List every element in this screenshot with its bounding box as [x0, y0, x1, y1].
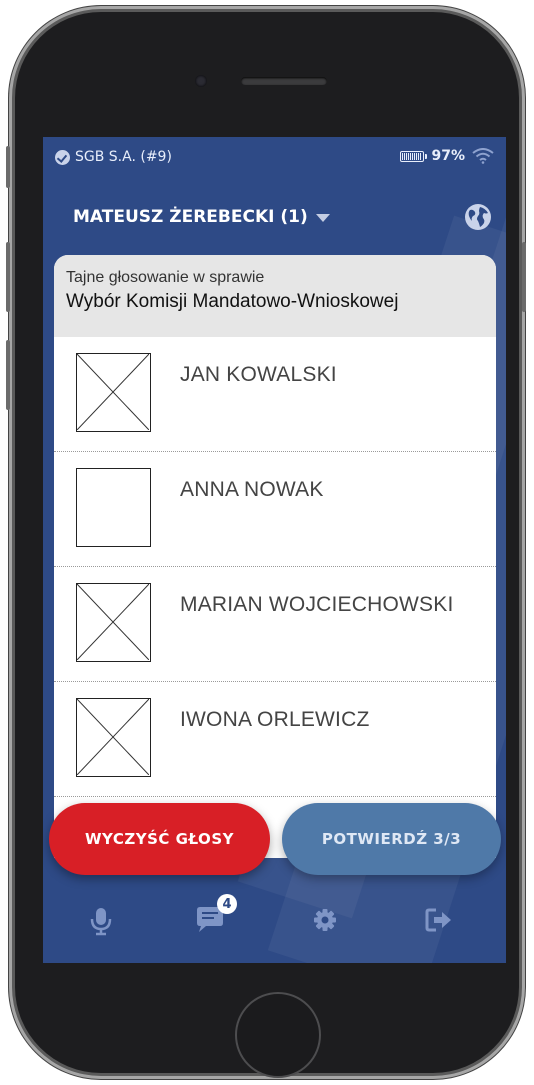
microphone-icon[interactable] — [81, 900, 121, 940]
clear-votes-button[interactable]: WYCZYŚĆ GŁOSY — [49, 803, 270, 875]
tab-bar: 4 — [43, 892, 506, 952]
candidate-row[interactable]: ANNA NOWAK — [54, 452, 496, 567]
candidate-row[interactable]: IWONA ORLEWICZ — [54, 682, 496, 797]
power-button — [522, 242, 526, 312]
candidate-name: MARIAN WOJCIECHOWSKI — [180, 593, 454, 616]
confirm-votes-button[interactable]: POTWIERDŹ 3/3 — [282, 803, 501, 875]
front-camera — [195, 75, 207, 87]
candidate-row[interactable]: JAN KOWALSKI — [54, 337, 496, 452]
user-name-label: MATEUSZ ŻEREBECKI (1) — [73, 207, 308, 227]
carrier-label: SGB S.A. (#9) — [75, 149, 172, 165]
ballot-title: Wybór Komisji Mandatowo-Wnioskowej — [66, 291, 399, 312]
home-button[interactable] — [235, 992, 321, 1078]
app-screen: SGB S.A. (#9) 97% MATEUSZ ŻEREBECKI (1) … — [43, 137, 506, 963]
volume-up-button — [6, 242, 10, 312]
candidate-name: IWONA ORLEWICZ — [180, 708, 370, 731]
globe-icon[interactable] — [464, 203, 492, 231]
logout-icon[interactable] — [419, 900, 459, 940]
battery-level: 97% — [431, 148, 465, 164]
gear-icon[interactable] — [305, 900, 345, 940]
empty-box-icon[interactable] — [76, 468, 151, 547]
checked-box-icon[interactable] — [76, 353, 151, 432]
ballot-card: Tajne głosowanie w sprawie Wybór Komisji… — [54, 255, 496, 858]
ballot-header: Tajne głosowanie w sprawie Wybór Komisji… — [54, 255, 496, 337]
candidate-name: ANNA NOWAK — [180, 478, 324, 501]
user-selector[interactable]: MATEUSZ ŻEREBECKI (1) — [73, 207, 330, 227]
candidate-row[interactable]: MARIAN WOJCIECHOWSKI — [54, 567, 496, 682]
checked-box-icon[interactable] — [76, 698, 151, 777]
battery-icon — [400, 150, 428, 162]
chevron-down-icon — [315, 214, 330, 222]
earpiece-speaker — [241, 77, 327, 85]
check-circle-icon — [55, 149, 70, 165]
tab-chat[interactable]: 4 — [191, 894, 237, 940]
ballot-subtitle: Tajne głosowanie w sprawie — [66, 269, 265, 286]
status-left: SGB S.A. (#9) — [55, 149, 172, 165]
volume-down-button — [6, 340, 10, 410]
mute-switch — [6, 146, 10, 188]
status-bar: SGB S.A. (#9) 97% — [43, 137, 506, 179]
checked-box-icon[interactable] — [76, 583, 151, 662]
status-right: 97% — [400, 148, 494, 164]
wifi-icon — [472, 148, 494, 164]
candidate-name: JAN KOWALSKI — [180, 363, 337, 386]
app-header: MATEUSZ ŻEREBECKI (1) — [43, 187, 506, 243]
chat-badge: 4 — [217, 894, 237, 914]
